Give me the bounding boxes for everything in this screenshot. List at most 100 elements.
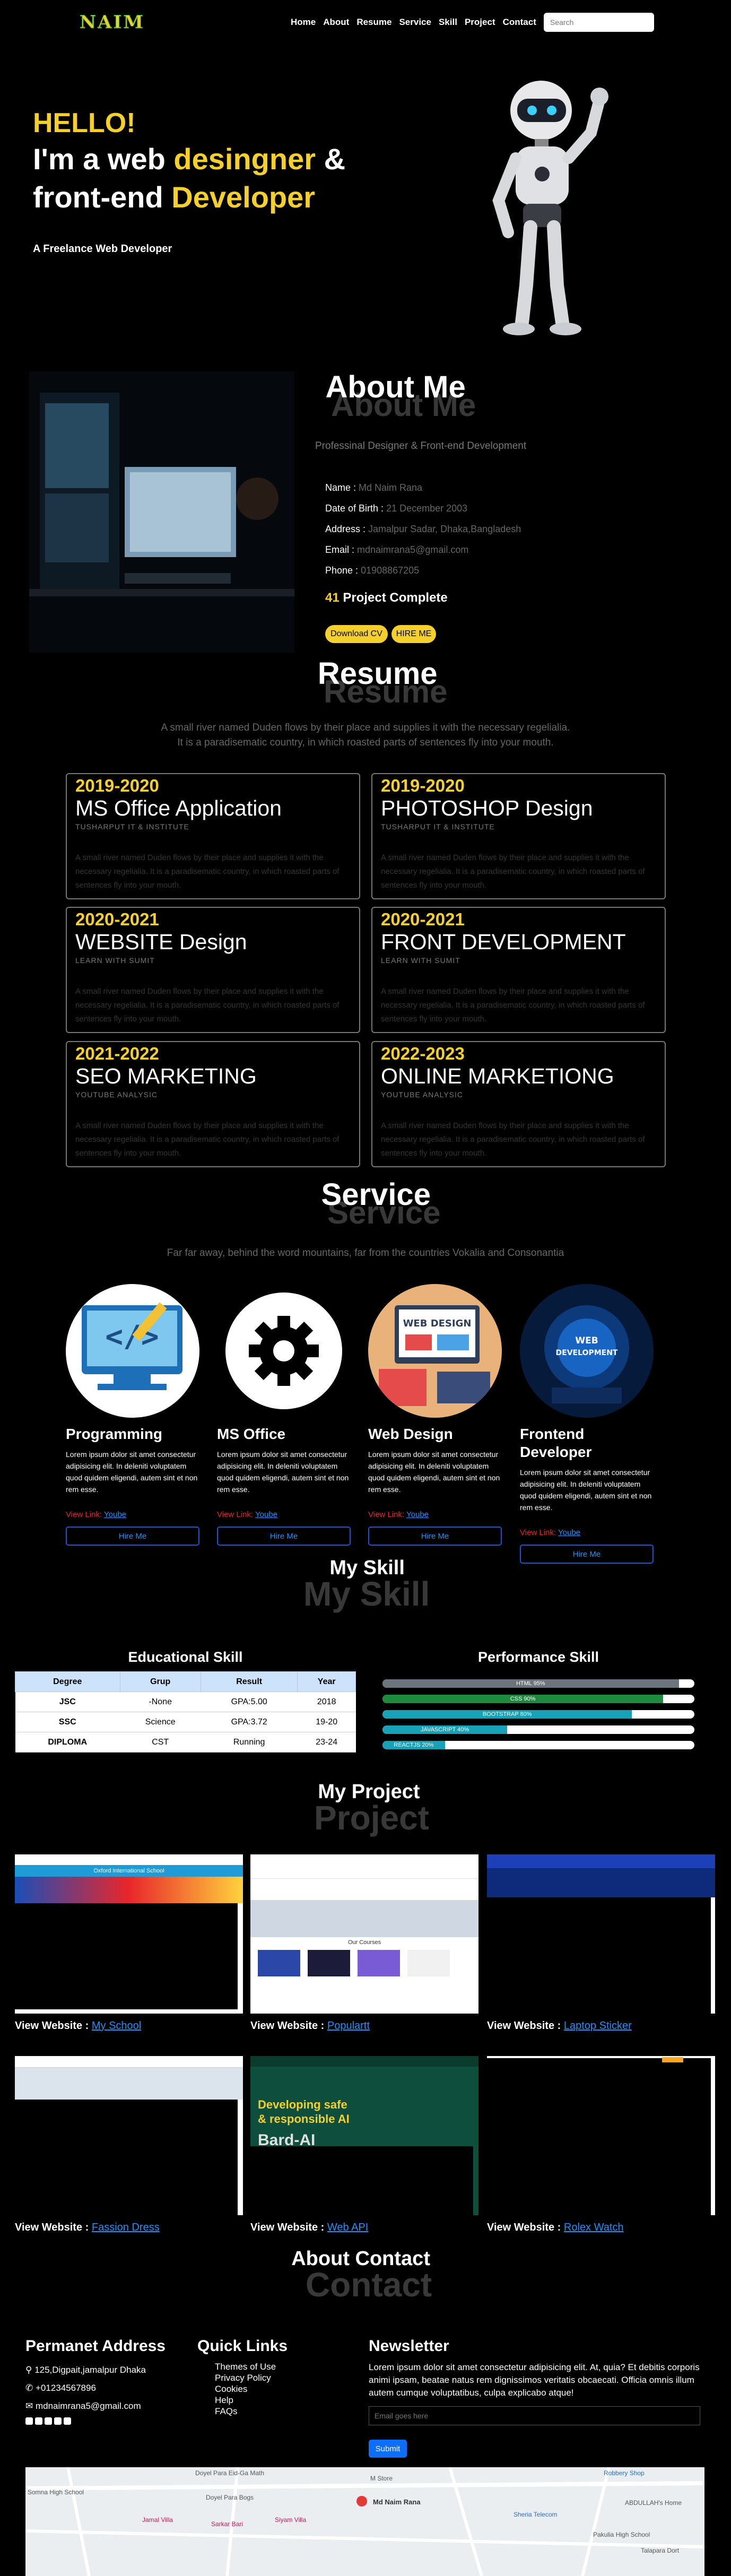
about-heading-shadow: About Me <box>331 387 476 423</box>
nav-resume[interactable]: Resume <box>356 17 391 28</box>
project-card: Our Courses View Website : Populartt <box>250 1854 478 2032</box>
linkedin-icon[interactable] <box>64 2417 71 2425</box>
twitter-icon[interactable] <box>25 2417 33 2425</box>
map-label: M Store <box>370 2475 393 2482</box>
newsletter-email-input[interactable] <box>369 2406 700 2425</box>
quick-link[interactable]: Privacy Policy <box>215 2372 276 2383</box>
submit-button[interactable]: Submit <box>369 2440 407 2458</box>
phone-icon: ✆ <box>25 2383 33 2393</box>
project-screenshot[interactable] <box>15 2056 243 2215</box>
youtube-link[interactable]: Yoube <box>406 1510 429 1519</box>
skill-bar: REACTJS 20% <box>382 1741 694 1749</box>
resume-year: 2020-2021 <box>381 909 465 929</box>
service-card: </> Programming Lorem ipsum dolor sit am… <box>66 1284 199 1546</box>
site-logo[interactable]: NAIM <box>80 12 145 33</box>
quick-link[interactable]: Themes of Use <box>215 2361 276 2372</box>
view-label: View Website : <box>250 2222 327 2233</box>
quick-links-list: Themes of Use Privacy Policy Cookies Hel… <box>215 2361 276 2417</box>
hero-line-3: front-end Developer <box>33 178 345 216</box>
quick-link[interactable]: FAQs <box>215 2406 276 2417</box>
hero-hello: HELLO! <box>33 108 136 138</box>
hire-me-button[interactable]: HIRE ME <box>391 625 436 643</box>
nav-service[interactable]: Service <box>399 17 431 28</box>
quick-link[interactable]: Help <box>215 2395 276 2406</box>
phone-line: ✆ +01234567896 <box>25 2379 146 2397</box>
cell: GPA:5.00 <box>201 1692 298 1712</box>
project-link[interactable]: Populartt <box>327 2020 370 2032</box>
hire-me-button[interactable]: Hire Me <box>66 1526 199 1546</box>
project-link[interactable]: Web API <box>327 2222 368 2233</box>
resume-desc-line: It is a paradisematic country, in which … <box>177 737 554 748</box>
hire-me-button[interactable]: Hire Me <box>520 1545 654 1564</box>
info-name: Name : Md Naim Rana <box>325 478 521 498</box>
nav-home[interactable]: Home <box>291 17 316 28</box>
facebook-icon[interactable] <box>35 2417 42 2425</box>
project-link[interactable]: Fassion Dress <box>92 2222 160 2233</box>
service-card: MS Office Lorem ipsum dolor sit amet con… <box>217 1284 351 1546</box>
youtube-icon[interactable] <box>45 2417 52 2425</box>
search-input[interactable] <box>544 13 654 32</box>
view-link-label: View Link: <box>217 1510 255 1519</box>
table-row: JSC -None GPA:5.00 2018 <box>15 1692 356 1712</box>
hire-me-button[interactable]: Hire Me <box>217 1526 351 1546</box>
service-title: Service Service <box>311 1179 441 1229</box>
address-text: 125,Digpait,jamalpur Dhaka <box>34 2365 146 2375</box>
youtube-link[interactable]: Yoube <box>558 1528 580 1537</box>
project-view: View Website : Fassion Dress <box>15 2222 243 2234</box>
service-view-link: View Link: Yoube <box>66 1510 199 1519</box>
instagram-icon[interactable] <box>54 2417 62 2425</box>
project-screenshot[interactable]: Oxford International School <box>15 1854 243 2014</box>
project-screenshot[interactable]: Developing safe & responsible AI Bard-AI <box>250 2056 478 2215</box>
project-screenshot[interactable] <box>487 1854 715 2014</box>
nav-contact[interactable]: Contact <box>503 17 536 28</box>
youtube-link[interactable]: Yoube <box>255 1510 277 1519</box>
cell: 2018 <box>297 1692 356 1712</box>
resume-body: A small river named Duden flows by their… <box>75 853 340 890</box>
project-card: Oxford International School View Website… <box>15 1854 243 2032</box>
project-link[interactable]: Rolex Watch <box>564 2222 624 2233</box>
nav-about[interactable]: About <box>323 17 349 28</box>
cell: Running <box>201 1732 298 1753</box>
email-text: mdnaimrana5@gmail.com <box>35 2401 141 2411</box>
perf-skill-title: Performance Skill <box>477 1649 599 1665</box>
youtube-link[interactable]: Yoube <box>104 1510 126 1519</box>
project-screenshot[interactable]: Our Courses <box>250 1854 478 2014</box>
resume-title-text: PHOTOSHOP Design <box>381 796 593 820</box>
view-label: View Website : <box>15 2222 92 2233</box>
info-value: Jamalpur Sadar, Dhaka,Bangladesh <box>368 524 521 534</box>
table-header: Degree Grup Result Year <box>15 1671 356 1692</box>
quick-link[interactable]: Cookies <box>215 2383 276 2395</box>
project-screenshot[interactable] <box>487 2056 715 2215</box>
resume-card: 2021-2022 SEO MARKETING YOUTUBE ANALYSIC A … <box>66 1041 360 1167</box>
col-result: Result <box>200 1671 298 1692</box>
view-label: View Website : <box>250 2020 327 2032</box>
resume-title-text: FRONT DEVELOPMENT <box>381 930 626 954</box>
resume-desc-line: A small river named Duden flows by their… <box>161 722 570 733</box>
download-cv-button[interactable]: Download CV <box>325 625 388 643</box>
google-map[interactable]: Doyel Para Eid-Ga Math M Store Robbery S… <box>25 2467 704 2576</box>
resume-body: A small river named Duden flows by their… <box>75 1121 340 1158</box>
resume-body: A small river named Duden flows by their… <box>75 987 340 1024</box>
service-view-link: View Link: Yoube <box>217 1510 351 1519</box>
nav-project[interactable]: Project <box>465 17 495 28</box>
skill-bar: JAVASCRIPT 40% <box>382 1725 694 1734</box>
info-value: mdnaimrana5@gmail.com <box>357 544 469 555</box>
programming-icon: </> <box>66 1284 199 1418</box>
service-body: Lorem ipsum dolor sit amet consectetur a… <box>217 1450 349 1494</box>
map-pin-icon: ⚲ <box>25 2365 32 2375</box>
resume-org: TUSHARPUT IT & INSTITUTE <box>75 822 189 831</box>
project-link[interactable]: Laptop Sticker <box>564 2020 632 2032</box>
project-link[interactable]: My School <box>92 2020 141 2032</box>
web-development-icon: WEB DEVELOPMENT <box>520 1284 654 1418</box>
resume-title: Resume Resume <box>308 658 448 708</box>
project-card: View Website : Fassion Dress <box>15 2056 243 2234</box>
info-label: Name : <box>325 482 359 493</box>
skill-bar-fill: HTML 95% <box>382 1679 679 1688</box>
resume-title-text: WEBSITE Design <box>75 930 247 954</box>
resume-desc: A small river named Duden flows by their… <box>0 721 731 750</box>
hire-me-button[interactable]: Hire Me <box>368 1526 502 1546</box>
nav-skill[interactable]: Skill <box>439 17 457 28</box>
service-body: Lorem ipsum dolor sit amet consectetur a… <box>66 1450 198 1494</box>
info-label: Phone : <box>325 565 361 576</box>
resume-year: 2019-2020 <box>381 776 465 795</box>
